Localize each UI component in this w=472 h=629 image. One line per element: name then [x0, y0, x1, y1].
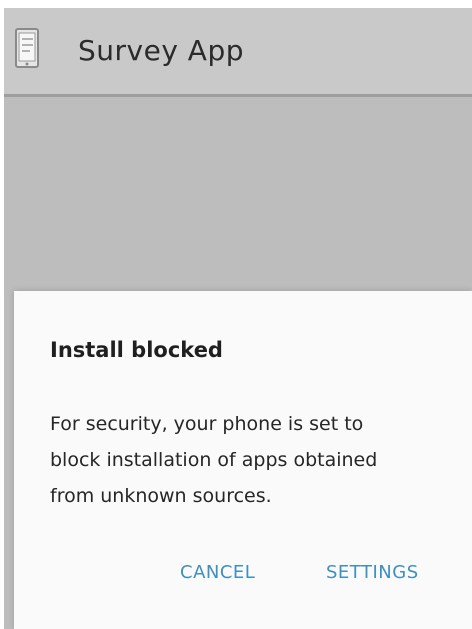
settings-button[interactable]: SETTINGS — [326, 559, 419, 587]
app-title: Survey App — [78, 34, 244, 67]
survey-form-icon — [15, 28, 39, 68]
dialog-message: For security, your phone is set to block… — [50, 413, 378, 507]
screen: Survey App Install blocked For security,… — [0, 0, 472, 629]
dialog-title: Install blocked — [50, 338, 223, 362]
dialog-actions: CANCEL SETTINGS — [14, 549, 472, 599]
cancel-button[interactable]: CANCEL — [180, 559, 255, 587]
install-blocked-dialog: Install blocked For security, your phone… — [14, 291, 472, 629]
